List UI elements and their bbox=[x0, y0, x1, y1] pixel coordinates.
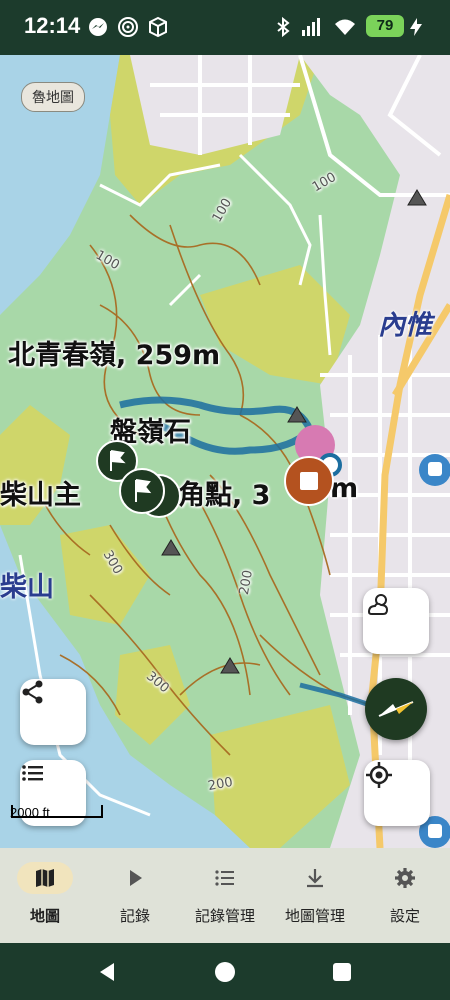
signal-icon bbox=[302, 18, 320, 36]
nav-label: 記錄管理 bbox=[194, 907, 255, 925]
home-icon[interactable] bbox=[213, 960, 237, 984]
map-icon bbox=[36, 869, 54, 887]
nav-item-record[interactable]: 記錄 bbox=[90, 848, 180, 943]
share-icon bbox=[22, 680, 43, 704]
list-icon bbox=[22, 765, 43, 781]
back-icon[interactable] bbox=[96, 960, 120, 984]
battery-indicator: 79 bbox=[366, 15, 404, 37]
metro-station-icon bbox=[419, 454, 450, 486]
stop-marker-icon[interactable] bbox=[283, 455, 335, 507]
status-bar: 12:14 79 bbox=[0, 0, 450, 55]
share-button[interactable] bbox=[20, 679, 86, 745]
weather-button[interactable] bbox=[363, 588, 429, 654]
nav-label: 地圖 bbox=[29, 907, 60, 925]
peak-label-main-tail: 角點, 3 bbox=[178, 480, 271, 511]
download-icon bbox=[307, 869, 323, 888]
recents-icon[interactable] bbox=[331, 961, 353, 983]
my-location-icon bbox=[366, 762, 392, 788]
nav-item-map[interactable]: 地圖 bbox=[0, 848, 90, 943]
flag-marker-icon[interactable] bbox=[118, 467, 166, 515]
locate-button[interactable] bbox=[364, 760, 430, 826]
district-label: 內惟 bbox=[378, 310, 432, 341]
nav-label: 記錄 bbox=[119, 907, 150, 925]
map-layer-chip[interactable]: 魯地圖 bbox=[21, 82, 85, 112]
package-icon bbox=[149, 16, 167, 38]
nav-item-record-manage[interactable]: 記錄管理 bbox=[180, 848, 270, 943]
map-view[interactable]: 魯地圖 100 100 100 300 200 200 300 內惟 北青春嶺,… bbox=[0, 55, 450, 848]
peak-label-north: 北青春嶺, 259m bbox=[8, 340, 221, 371]
list-icon bbox=[215, 870, 234, 886]
wifi-icon bbox=[335, 19, 355, 35]
scale-bar-line bbox=[11, 805, 103, 818]
status-time: 12:14 bbox=[24, 13, 81, 38]
scale-bar: 2000 ft bbox=[10, 805, 103, 820]
nav-label: 設定 bbox=[389, 907, 420, 925]
compass-button[interactable] bbox=[365, 678, 427, 740]
nav-item-settings[interactable]: 設定 bbox=[360, 848, 450, 943]
bluetooth-icon bbox=[277, 16, 290, 38]
peak-label-main: 柴山主 bbox=[0, 480, 81, 511]
charging-icon bbox=[410, 18, 422, 36]
nav-label: 地圖管理 bbox=[284, 907, 345, 925]
play-icon bbox=[130, 870, 142, 886]
spiral-icon bbox=[118, 17, 138, 37]
nav-item-map-manage[interactable]: 地圖管理 bbox=[270, 848, 360, 943]
mountain-label: 柴山 bbox=[0, 572, 54, 603]
compass-icon bbox=[378, 701, 414, 717]
gear-icon bbox=[395, 868, 415, 888]
messenger-icon bbox=[89, 18, 107, 36]
system-navigation-bar bbox=[0, 943, 450, 1000]
weather-icon bbox=[367, 594, 389, 615]
bottom-navigation: 地圖 記錄 記錄管理 地圖管理 設定 bbox=[0, 848, 450, 943]
